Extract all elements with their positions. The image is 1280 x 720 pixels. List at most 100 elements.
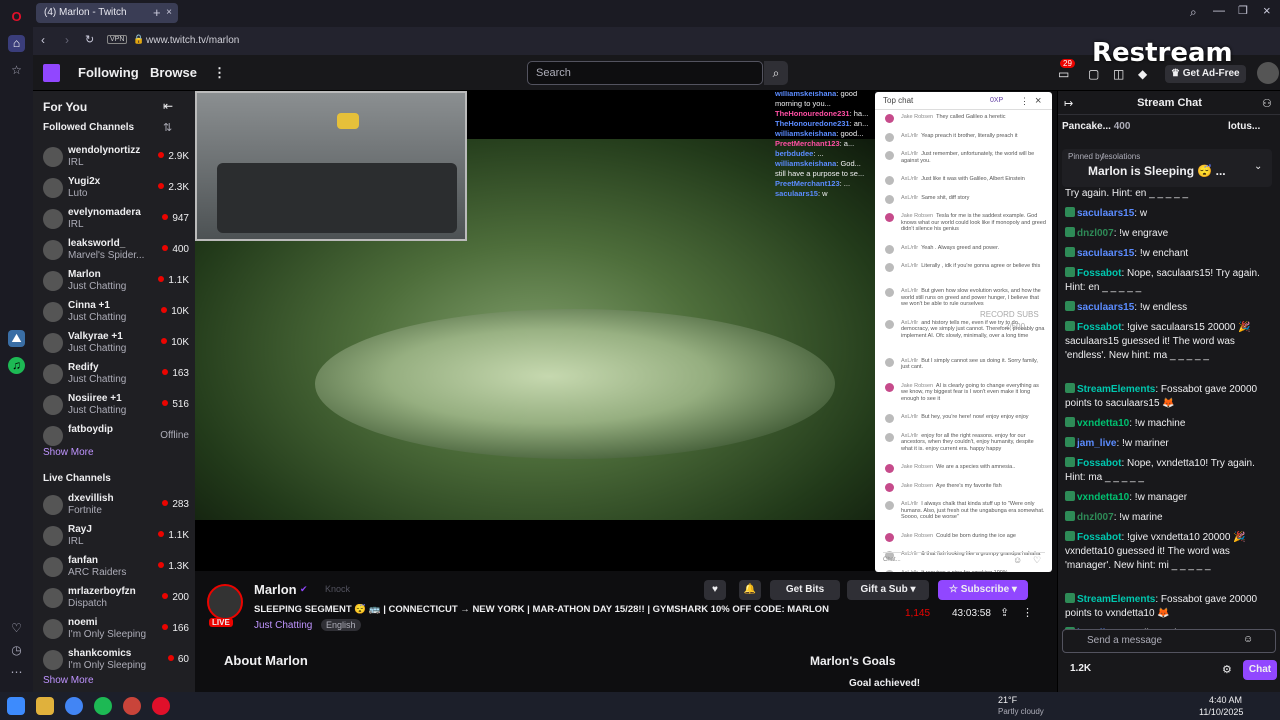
start-icon[interactable] <box>7 697 25 715</box>
community-icon[interactable]: ⚇ <box>1262 97 1272 110</box>
channel-row[interactable]: Redify Just Chatting 163 <box>41 361 191 391</box>
pinned-message[interactable]: Pinned by fesolations Marlon is Sleeping… <box>1062 149 1272 187</box>
nav-browse[interactable]: Browse <box>150 65 197 80</box>
back-icon[interactable]: ‹ <box>41 33 45 47</box>
popup-menu-icon[interactable]: ⋮ <box>1020 92 1029 110</box>
chat-username[interactable]: StreamElements <box>1077 594 1155 605</box>
channel-row[interactable]: leaksworld_ Marvel's Spider... 400 <box>41 237 191 267</box>
chat-username[interactable]: vxndetta10 <box>1077 492 1129 503</box>
user-avatar[interactable] <box>1257 62 1279 84</box>
chat-username[interactable]: saculaars15 <box>1077 248 1134 259</box>
bits-icon[interactable]: ◆ <box>1138 67 1147 81</box>
streamer-avatar[interactable] <box>207 584 243 620</box>
new-tab-icon[interactable]: + <box>153 5 161 20</box>
collapse-sidebar-icon[interactable]: ⇤ <box>163 99 173 113</box>
search-input[interactable]: Search <box>527 61 763 85</box>
channel-row[interactable]: wendolynortizz IRL 2.9K <box>41 144 191 174</box>
channel-row[interactable]: dxevillish Fortnite 283 <box>41 492 191 522</box>
chat-username[interactable]: dnzl007 <box>1077 512 1114 523</box>
more-icon[interactable]: ⋯ <box>8 664 25 681</box>
channel-row[interactable]: Valkyrae +1 Just Chatting 10K <box>41 330 191 360</box>
chat-username[interactable]: Fossabot <box>1077 532 1121 543</box>
chat-username[interactable]: Fossabot <box>1077 322 1121 333</box>
channel-points[interactable]: 1.2K <box>1070 663 1091 674</box>
clock-time[interactable]: 4:40 AM <box>1209 695 1242 705</box>
get-bits-button[interactable]: Get Bits <box>770 580 840 600</box>
channel-row[interactable]: Cinna +1 Just Chatting 10K <box>41 299 191 329</box>
heart-icon[interactable]: ♡ <box>8 620 25 637</box>
channel-row[interactable]: fanfan ARC Raiders 1.3K <box>41 554 191 584</box>
close-window-icon[interactable]: × <box>1263 3 1271 18</box>
channel-row[interactable]: shankcomics I'm Only Sleeping 60 <box>41 647 191 677</box>
subscribe-button[interactable]: ☆ Subscribe ▾ <box>938 580 1028 600</box>
activity-icon[interactable]: ◫ <box>1113 67 1124 81</box>
home-icon[interactable]: ⌂ <box>8 35 25 52</box>
channel-name[interactable]: Marlon <box>254 582 297 597</box>
emoji-icon[interactable]: ☺ <box>1013 553 1022 567</box>
close-tab-icon[interactable]: × <box>166 3 172 23</box>
chat-username[interactable]: Fossabot <box>1077 458 1121 469</box>
weather-temp[interactable]: 21°F <box>998 695 1017 705</box>
chat-username[interactable]: StreamElements <box>1077 384 1155 395</box>
spotify-icon[interactable]: ♫ <box>8 357 25 374</box>
maximize-icon[interactable]: ❐ <box>1238 4 1248 17</box>
clock-date[interactable]: 11/10/2025 <box>1199 707 1243 717</box>
sort-icon[interactable]: ⇅ <box>163 121 172 134</box>
chrome-alt-icon[interactable] <box>123 697 141 715</box>
like-icon[interactable]: ♡ <box>1033 553 1041 567</box>
hype-leader-2[interactable]: lotus... <box>1228 121 1260 132</box>
file-explorer-icon[interactable] <box>36 697 54 715</box>
collapse-chat-icon[interactable]: ↦ <box>1064 97 1073 110</box>
channel-row[interactable]: mrlazerboyfzn Dispatch 200 <box>41 585 191 615</box>
whispers-icon[interactable]: ▢ <box>1088 67 1099 81</box>
emote-icon[interactable]: ☺ <box>1243 634 1253 645</box>
chat-username[interactable]: saculaars15 <box>1077 302 1134 313</box>
language-tag[interactable]: English <box>321 619 361 631</box>
channel-row[interactable]: Nosiiree +1 Just Chatting 516 <box>41 392 191 422</box>
hype-leader-1[interactable]: Pancake... 400 <box>1062 121 1130 132</box>
lock-icon[interactable]: 🔒 <box>133 34 144 45</box>
channel-row[interactable]: Yugi2x Luto 2.3K <box>41 175 191 205</box>
category-link[interactable]: Just Chatting <box>254 620 312 631</box>
url-field[interactable]: www.twitch.tv/marlon <box>146 35 239 46</box>
chat-username[interactable]: vxndetta10 <box>1077 418 1129 429</box>
forward-icon[interactable]: › <box>65 33 69 47</box>
show-more-link-2[interactable]: Show More <box>43 675 94 686</box>
chat-username[interactable]: jam_live <box>1077 438 1116 449</box>
opera-logo-icon[interactable]: O <box>8 8 25 25</box>
twitch-logo-icon[interactable] <box>43 64 60 82</box>
gift-sub-button[interactable]: Gift a Sub ▾ <box>847 580 929 600</box>
channel-row[interactable]: evelynomadera IRL 947 <box>41 206 191 236</box>
history-icon[interactable]: ◷ <box>8 642 25 659</box>
video-player[interactable]: williamskeishana: good morning to you...… <box>195 91 875 571</box>
vpn-badge[interactable]: VPN <box>107 35 128 44</box>
popup-chat-input[interactable]: Chat... ☺ ♡ <box>883 552 1045 566</box>
chat-username[interactable]: dnzl007 <box>1077 228 1114 239</box>
popup-close-icon[interactable]: × <box>1035 92 1041 110</box>
spotify-taskbar-icon[interactable] <box>94 697 112 715</box>
search-tabs-icon[interactable]: ⌕ <box>1190 5 1197 20</box>
share-icon[interactable]: ⇪ <box>1000 606 1009 619</box>
app-icon[interactable]: ⛰ <box>8 330 25 347</box>
popup-chat-window[interactable]: Top chat 0XP ⋮ × Jake Robsen They called… <box>875 92 1052 572</box>
chat-send-button[interactable]: Chat <box>1243 660 1277 680</box>
chrome-icon[interactable] <box>65 697 83 715</box>
chat-username[interactable]: saculaars15 <box>1077 208 1134 219</box>
follow-heart-button[interactable]: ♥ <box>704 580 726 600</box>
search-icon[interactable]: ⌕ <box>764 61 788 85</box>
notifications-bell-button[interactable]: 🔔 <box>739 580 761 600</box>
chat-settings-icon[interactable]: ⚙ <box>1222 663 1232 676</box>
nav-following[interactable]: Following <box>78 65 139 80</box>
show-more-link[interactable]: Show More <box>43 447 94 458</box>
opera-taskbar-icon[interactable] <box>152 697 170 715</box>
inbox-icon[interactable]: ▭ <box>1058 67 1069 81</box>
channel-row[interactable]: Marlon Just Chatting 1.1K <box>41 268 191 298</box>
more-options-icon[interactable]: ⋮ <box>1022 606 1033 619</box>
expand-pin-icon[interactable]: ⌄ <box>1254 161 1262 172</box>
chat-input[interactable]: Send a message ☺ <box>1062 629 1276 653</box>
chat-username[interactable]: Fossabot <box>1077 268 1121 279</box>
bookmarks-icon[interactable]: ☆ <box>8 62 25 79</box>
channel-row[interactable]: noemi I'm Only Sleeping 166 <box>41 616 191 646</box>
knock-button[interactable]: Knock <box>325 584 350 594</box>
minimize-icon[interactable]: — <box>1213 3 1225 17</box>
